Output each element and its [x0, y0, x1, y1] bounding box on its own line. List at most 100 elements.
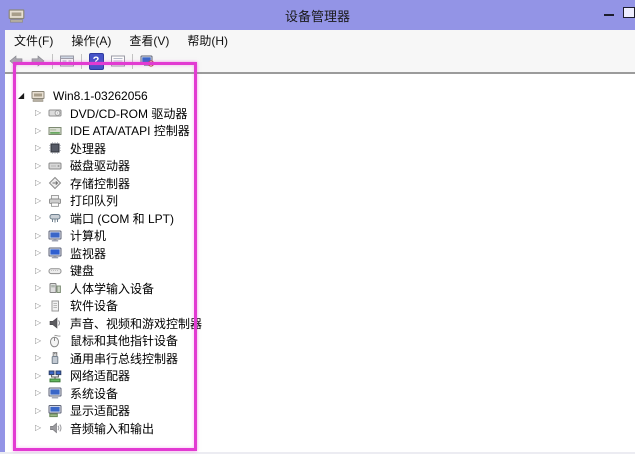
tree-row[interactable]: ▷ 鼠标和其他指针设备: [5, 332, 635, 350]
tree-row[interactable]: ▷ IDE ATA/ATAPI 控制器: [5, 122, 635, 140]
forward-arrow-icon: [31, 55, 45, 67]
properties-button[interactable]: [107, 52, 129, 70]
expander-icon[interactable]: ▷: [35, 214, 48, 222]
print-queue-icon: [48, 194, 63, 208]
scan-hardware-changes-button[interactable]: [136, 52, 158, 70]
monitor-icon: [48, 246, 63, 260]
properties-icon: [111, 55, 125, 67]
toolbar: ?: [5, 50, 635, 74]
expander-icon[interactable]: ◢: [18, 91, 31, 100]
tree-row[interactable]: ▷ 系统设备: [5, 385, 635, 403]
device-manager-window: 设备管理器 文件(F) 操作(A) 查看(V) 帮助(H) ? ◢ Win8.1…: [0, 0, 635, 454]
computer-root-icon: [31, 89, 46, 103]
computer-icon: [48, 229, 63, 243]
help-icon: ?: [88, 52, 104, 70]
tree-row-label: 显示适配器: [70, 404, 131, 419]
tree-row-label: 通用串行总线控制器: [70, 351, 179, 366]
tree-row-label: 网络适配器: [70, 369, 131, 384]
tree-row-label: 软件设备: [70, 299, 119, 314]
software-device-icon: [48, 299, 63, 313]
mouse-icon: [48, 334, 63, 348]
show-console-tree-button[interactable]: [56, 52, 78, 70]
maximize-button[interactable]: [623, 0, 635, 22]
tree-row-label: 磁盘驱动器: [70, 159, 131, 174]
disc-drive-icon: [48, 106, 63, 120]
tree-row-label: 端口 (COM 和 LPT): [70, 211, 174, 226]
tree-row[interactable]: ▷ 监视器: [5, 245, 635, 263]
expander-icon[interactable]: ▷: [35, 196, 48, 205]
expander-icon[interactable]: ▷: [35, 424, 48, 432]
display-adapter-icon: [48, 404, 63, 418]
tree-row[interactable]: ▷ 打印队列: [5, 192, 635, 210]
tree-row-root[interactable]: ◢ Win8.1-03262056: [5, 87, 635, 105]
ide-controller-icon: [48, 124, 63, 138]
menu-file[interactable]: 文件(F): [5, 30, 62, 51]
menu-action[interactable]: 操作(A): [62, 30, 120, 51]
tree-row[interactable]: ▷ 磁盘驱动器: [5, 157, 635, 175]
expander-icon[interactable]: ▷: [35, 161, 48, 170]
tree-row[interactable]: ▷ 处理器: [5, 140, 635, 158]
tree-row[interactable]: ▷ 端口 (COM 和 LPT): [5, 210, 635, 228]
expander-icon[interactable]: ▷: [35, 266, 48, 275]
expander-icon[interactable]: ▷: [35, 109, 48, 117]
tree-row-label: 打印队列: [70, 194, 119, 209]
minimize-button[interactable]: [594, 0, 623, 22]
tree-row[interactable]: ▷ 存储控制器: [5, 175, 635, 193]
tree-row[interactable]: ▷ 声音、视频和游戏控制器: [5, 315, 635, 333]
expander-icon[interactable]: ▷: [35, 144, 48, 152]
back-arrow-icon: [9, 55, 23, 67]
back-button[interactable]: [5, 52, 27, 70]
tree-row[interactable]: ▷ 人体学输入设备: [5, 280, 635, 298]
system-devices-icon: [48, 386, 63, 400]
expander-icon[interactable]: ▷: [35, 319, 48, 327]
tree-row-label: 系统设备: [70, 386, 119, 401]
tree-row[interactable]: ▷ 通用串行总线控制器: [5, 350, 635, 368]
expander-icon[interactable]: ▷: [35, 371, 48, 380]
tree-row[interactable]: ▷ 显示适配器: [5, 402, 635, 420]
tree-row-label: IDE ATA/ATAPI 控制器: [70, 124, 190, 139]
keyboard-icon: [48, 264, 63, 278]
tree-row-label: 人体学输入设备: [70, 281, 155, 296]
window-title: 设备管理器: [284, 8, 350, 24]
tree-row[interactable]: ▷ 计算机: [5, 227, 635, 245]
toolbar-divider: [81, 53, 82, 69]
tree-children: ▷ DVD/CD-ROM 驱动器 ▷ IDE ATA/ATAPI 控制器 ▷ 处…: [5, 105, 635, 438]
usb-controller-icon: [48, 351, 63, 365]
window-bottom-edge: [0, 452, 635, 454]
device-tree: ◢ Win8.1-03262056 ▷ DVD/CD-ROM 驱动器 ▷ IDE…: [5, 74, 635, 437]
minimize-icon: [603, 14, 614, 16]
expander-icon[interactable]: ▷: [35, 179, 48, 187]
console-tree-icon: [60, 55, 74, 67]
scan-hardware-icon: [140, 55, 155, 67]
caption-buttons: [594, 0, 635, 30]
menu-bar: 文件(F) 操作(A) 查看(V) 帮助(H): [5, 30, 635, 50]
forward-button[interactable]: [27, 52, 49, 70]
tree-row[interactable]: ▷ DVD/CD-ROM 驱动器: [5, 105, 635, 123]
tree-row[interactable]: ▷ 软件设备: [5, 297, 635, 315]
expander-icon[interactable]: ▷: [35, 249, 48, 257]
toolbar-divider: [132, 53, 133, 69]
expander-icon[interactable]: ▷: [35, 126, 48, 135]
expander-icon[interactable]: ▷: [35, 231, 48, 240]
expander-icon[interactable]: ▷: [35, 336, 48, 345]
expander-icon[interactable]: ▷: [35, 301, 48, 310]
device-manager-app-icon[interactable]: [8, 7, 25, 24]
expander-icon[interactable]: ▷: [35, 354, 48, 362]
tree-row[interactable]: ▷ 音频输入和输出: [5, 420, 635, 438]
tree-row-label: 鼠标和其他指针设备: [70, 334, 179, 349]
menu-help[interactable]: 帮助(H): [178, 30, 237, 51]
tree-row[interactable]: ▷ 键盘: [5, 262, 635, 280]
tree-row-label: DVD/CD-ROM 驱动器: [70, 106, 188, 121]
disk-drive-icon: [48, 159, 63, 173]
menu-view[interactable]: 查看(V): [120, 30, 178, 51]
tree-row[interactable]: ▷ 网络适配器: [5, 367, 635, 385]
tree-row-label: 处理器: [70, 141, 107, 156]
help-button[interactable]: ?: [85, 52, 107, 70]
tree-row-label: 计算机: [70, 229, 107, 244]
expander-icon[interactable]: ▷: [35, 406, 48, 415]
tree-row-label: Win8.1-03262056: [53, 88, 148, 103]
expander-icon[interactable]: ▷: [35, 389, 48, 397]
expander-icon[interactable]: ▷: [35, 284, 48, 292]
tree-row-label: 键盘: [70, 264, 95, 279]
toolbar-divider: [52, 53, 53, 69]
